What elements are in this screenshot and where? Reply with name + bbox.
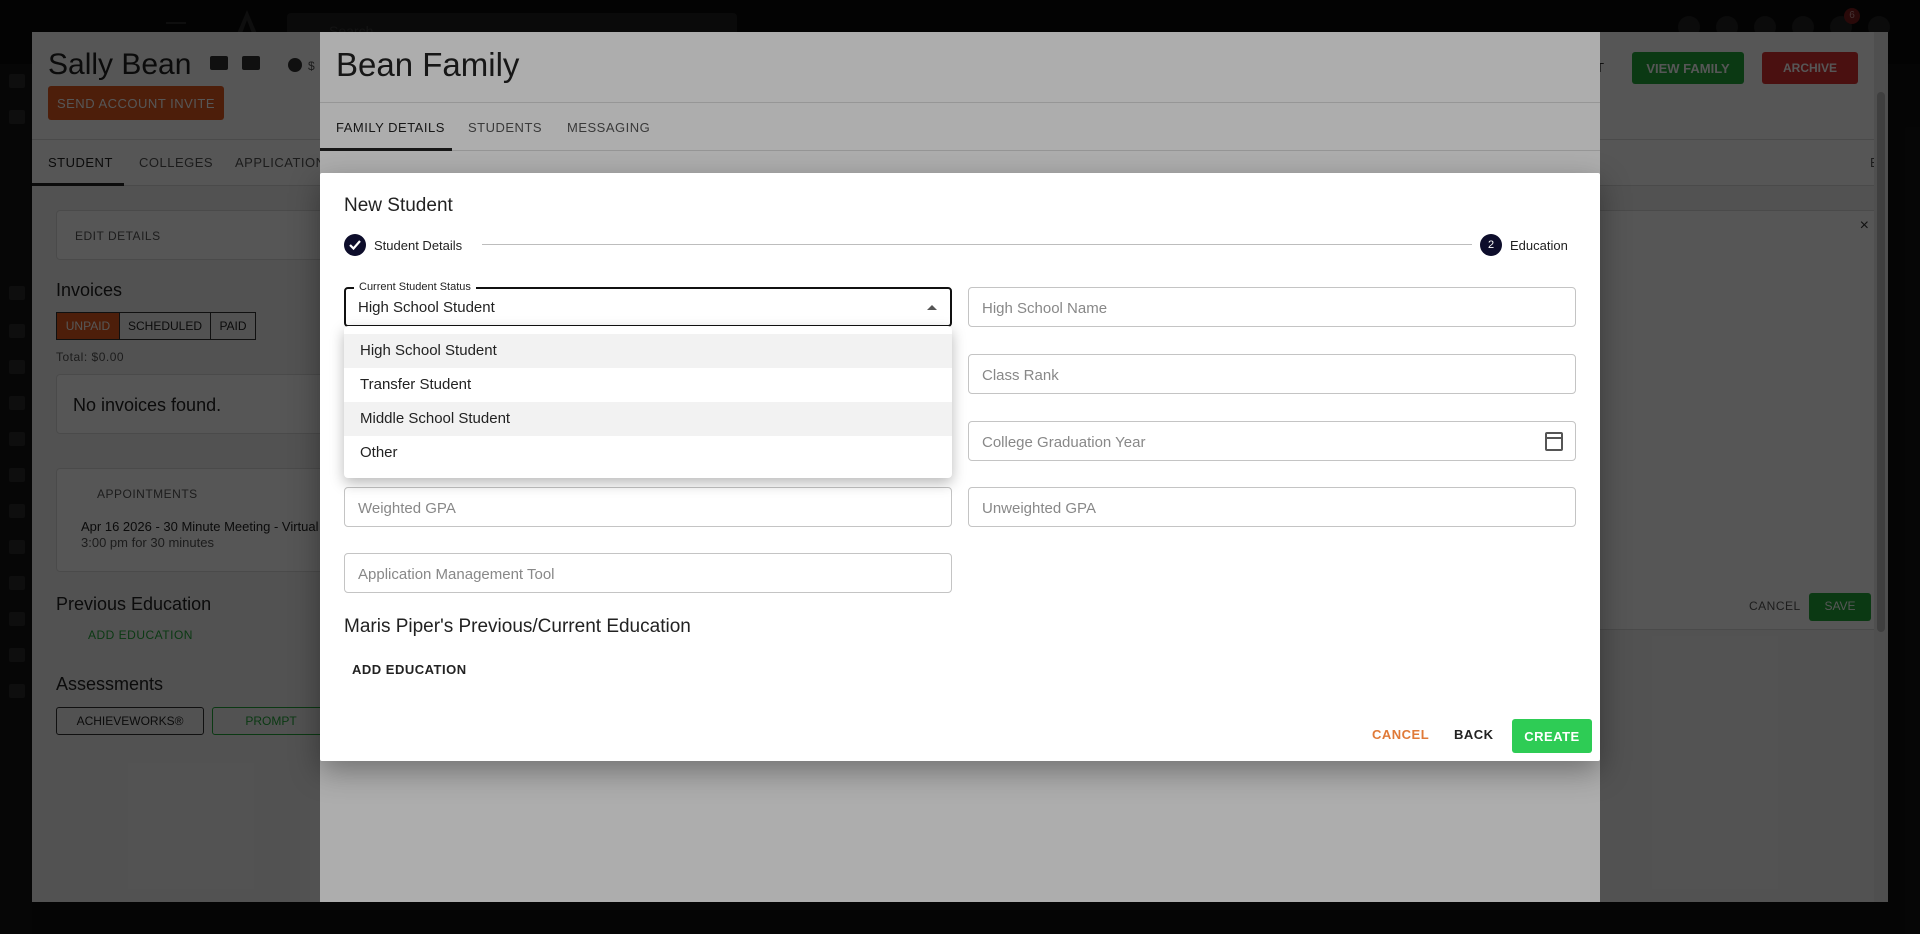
step-label: Education [1510, 237, 1568, 253]
step-label: Student Details [374, 237, 463, 253]
stepper-connector [482, 244, 1472, 245]
status-field-value: High School Student [358, 299, 495, 316]
cancel-button[interactable]: CANCEL [1372, 727, 1429, 742]
option-transfer-student[interactable]: Transfer Student [344, 368, 952, 402]
add-education-button[interactable]: ADD EDUCATION [352, 662, 467, 677]
option-high-school-student[interactable]: High School Student [344, 334, 952, 368]
step-number: 2 [1480, 234, 1502, 256]
weighted-gpa-input[interactable]: Weighted GPA [344, 487, 952, 527]
application-management-tool-input[interactable]: Application Management Tool [344, 553, 952, 593]
back-button[interactable]: BACK [1454, 727, 1494, 742]
high-school-name-placeholder: High School Name [982, 300, 1108, 317]
student-status-dropdown: High School Student Transfer Student Mid… [344, 326, 952, 478]
calendar-icon[interactable] [1545, 432, 1563, 451]
weighted-gpa-placeholder: Weighted GPA [358, 500, 456, 517]
create-button[interactable]: CREATE [1512, 719, 1592, 753]
education-section-title: Maris Piper's Previous/Current Education [344, 616, 691, 637]
dialog-title: New Student [344, 195, 453, 216]
college-grad-year-placeholder: College Graduation Year [982, 434, 1146, 451]
class-rank-input[interactable]: Class Rank [968, 354, 1576, 394]
caret-up-icon[interactable] [927, 305, 937, 310]
app-mgmt-tool-placeholder: Application Management Tool [358, 566, 555, 583]
check-icon [344, 234, 366, 256]
current-student-status-select[interactable]: Current Student Status High School Stude… [344, 281, 952, 327]
step-student-details[interactable]: Student Details [344, 234, 462, 256]
option-middle-school-student[interactable]: Middle School Student [344, 402, 952, 436]
class-rank-placeholder: Class Rank [982, 367, 1059, 384]
unweighted-gpa-input[interactable]: Unweighted GPA [968, 487, 1576, 527]
option-other[interactable]: Other [344, 436, 952, 470]
unweighted-gpa-placeholder: Unweighted GPA [982, 500, 1096, 517]
step-education[interactable]: 2 Education [1480, 234, 1568, 256]
status-field-label: Current Student Status [354, 281, 476, 293]
college-graduation-year-input[interactable]: College Graduation Year [968, 421, 1576, 461]
high-school-name-input[interactable]: High School Name [968, 287, 1576, 327]
